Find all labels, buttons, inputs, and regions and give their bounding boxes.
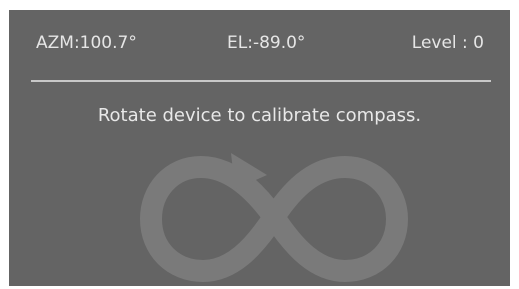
level-readout: Level : 0	[411, 33, 484, 53]
calibration-instruction: Rotate device to calibrate compass.	[97, 105, 422, 126]
figure-eight-calibration-icon	[140, 153, 408, 282]
status-bar: AZM:100.7° EL:-89.0° Level : 0	[9, 30, 510, 56]
compass-calibration-screen: AZM:100.7° EL:-89.0° Level : 0 Rotate de…	[9, 10, 510, 286]
divider	[31, 80, 491, 82]
azimuth-readout: AZM:100.7°	[36, 33, 137, 53]
elevation-readout: EL:-89.0°	[227, 33, 306, 53]
